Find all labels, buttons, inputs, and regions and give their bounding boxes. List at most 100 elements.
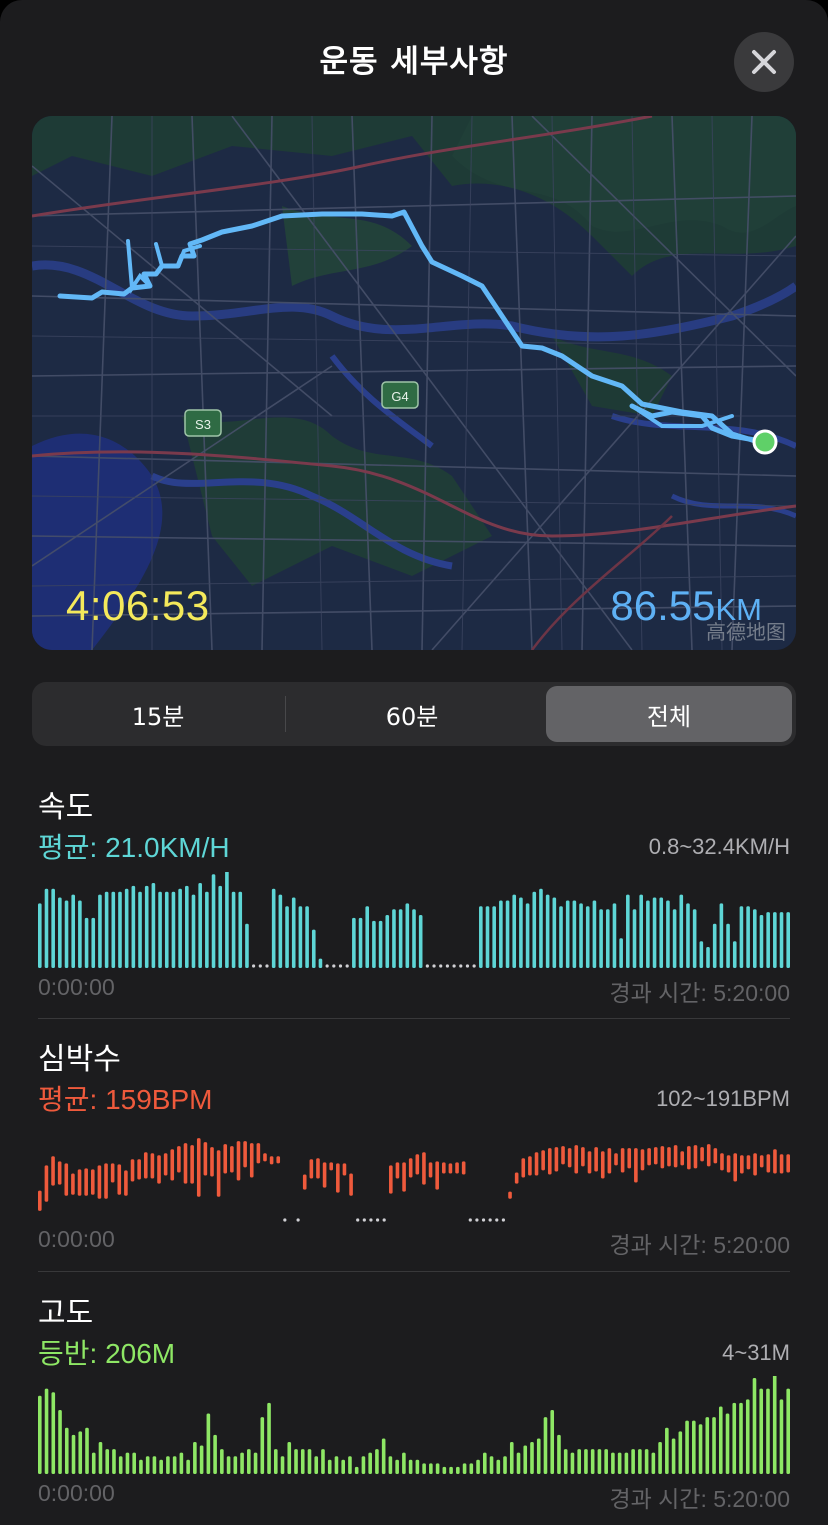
elevation-bar [496,1459,501,1474]
page-title: 운동 세부사항 [319,44,509,80]
segment-all[interactable]: 전체 [546,686,792,742]
heart-rate-bar [647,1148,651,1166]
elevation-bar [543,1417,548,1474]
route-map[interactable]: S3 G4 高德地图 4:06:53 86.55KM [32,116,796,650]
elevation-bar [233,1456,238,1474]
speed-bar [358,917,363,968]
speed-bar [405,903,410,968]
speed-bar [158,891,162,968]
elevation-bar [307,1449,312,1474]
heart-rate-bar [137,1159,141,1180]
heart-rate-bar [640,1149,645,1171]
heart-rate-bar [51,1156,55,1186]
speed-bar [652,897,657,968]
elevation-bar [152,1456,157,1474]
heart-rate-section: 심박수 평균: 159BPM 102~191BPM 0:00:00 경과 시간:… [38,1034,790,1264]
elevation-bar [395,1459,399,1474]
elevation-bar [71,1434,76,1474]
speed-bar [559,906,563,968]
heart-rate-bar [150,1153,155,1179]
heart-rate-gap-dot [488,1218,492,1222]
heart-rate-bar [163,1153,168,1176]
elevation-bar [381,1438,386,1474]
elevation-bar [179,1452,184,1474]
elevation-bar [665,1427,669,1474]
speed-bar [479,906,483,968]
elevation-bar [348,1456,352,1474]
elevation-bar [91,1452,96,1474]
elevation-bar [509,1442,514,1474]
speed-bar [732,941,737,968]
speed-bar [752,909,757,968]
heart-rate-bar [236,1141,241,1181]
elevation-bar [550,1410,555,1474]
heart-rate-bar [77,1169,82,1196]
elevation-bar [503,1456,507,1474]
elevation-bar [78,1431,83,1474]
elevation-bar [361,1456,366,1474]
heart-rate-bar [243,1141,247,1168]
heart-rate-bar [190,1145,194,1184]
road-shield-g4: G4 [381,381,419,409]
workout-duration: 4:06:53 [66,582,210,629]
elevation-bar [590,1449,595,1474]
heart-rate-bar [124,1170,128,1196]
elevation-bar [718,1406,723,1474]
heart-rate-bar [183,1143,188,1184]
elevation-bar [624,1452,629,1474]
heart-rate-bar [349,1173,353,1196]
speed-bar [64,900,69,968]
elevation-bar [206,1413,211,1474]
speed-bar [245,923,249,968]
elevation-bar [489,1456,494,1474]
elevation-bar [247,1449,251,1474]
speed-bar [124,888,129,968]
heart-rate-bar [130,1159,135,1182]
heart-rate-bar [170,1149,175,1181]
speed-gap-dot [265,964,269,968]
segment-60-min[interactable]: 60분 [290,686,534,742]
speed-bar [686,903,690,968]
elevation-bar [334,1456,339,1474]
heart-rate-bar [547,1148,552,1175]
heart-rate-bar [448,1163,453,1174]
heart-rate-bar [342,1163,347,1176]
heart-rate-bar [97,1165,102,1199]
elevation-range: 4~31M [722,1340,790,1365]
speed-gap-dot [332,964,336,968]
elevation-bar [698,1424,703,1474]
elevation-bar [139,1459,143,1474]
elevation-bar [772,1376,777,1474]
heart-rate-bar [587,1151,592,1174]
heart-rate-bar [216,1150,221,1197]
heart-rate-average: 평균: 159BPM [38,1084,213,1115]
elevation-bar [294,1449,298,1474]
close-button[interactable] [734,32,794,92]
speed-bar [138,891,142,968]
heart-rate-bar [210,1147,214,1177]
heart-rate-bar [786,1154,790,1173]
heart-rate-bar [726,1155,731,1173]
speed-bar [565,900,570,968]
elevation-bar [159,1459,163,1474]
elevation-bar [64,1427,69,1474]
road-shield-s3: S3 [184,409,222,437]
heart-rate-gap-dot [356,1218,360,1222]
elevation-section: 고도 등반: 206M 4~31M 0:00:00 경과 시간: 5:20:00 [38,1288,790,1518]
elevation-bar [422,1463,426,1474]
elevation-bar [273,1449,278,1474]
speed-bar [773,912,777,968]
elevation-bar [671,1438,676,1474]
speed-bar [91,917,96,968]
speed-bar [365,906,370,968]
elevation-bar [516,1452,521,1474]
heart-rate-bar [302,1174,307,1190]
elevation-bar [644,1449,649,1474]
elevation-bar [402,1452,406,1474]
heart-rate-bar [263,1153,267,1162]
speed-bar [38,903,42,968]
heart-rate-bar [117,1164,122,1195]
speed-bar [352,917,356,968]
segment-15-min[interactable]: 15분 [36,686,280,742]
speed-label: 속도 [38,790,94,825]
